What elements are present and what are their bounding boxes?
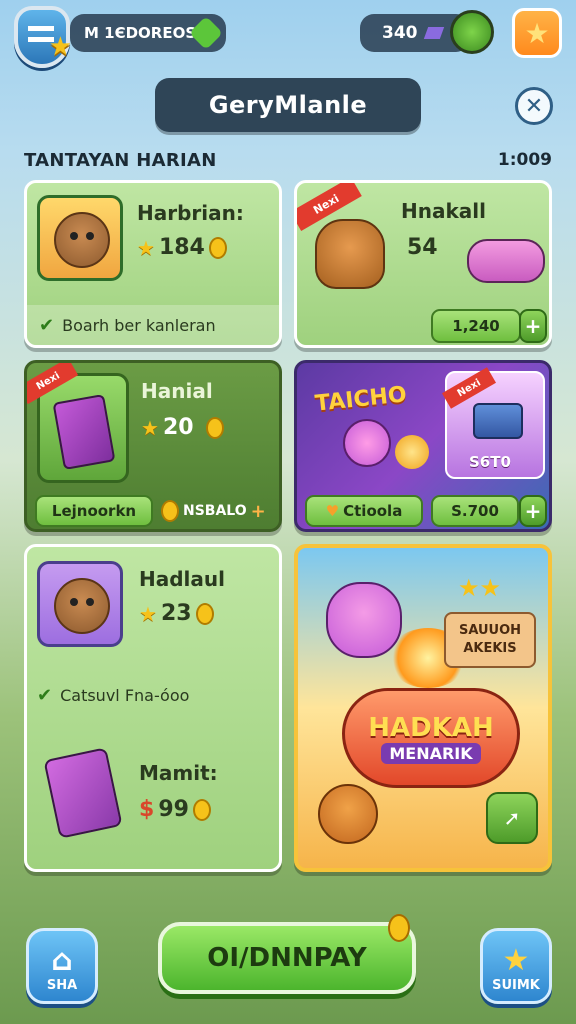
promo-heart-banner: HADKAH MENARIK [342, 688, 520, 788]
price-tag: S6T0 [469, 453, 511, 471]
promo-subheading: MENARIK [381, 742, 481, 764]
star-menu-label: SUIMK [492, 978, 540, 993]
star-icon: ★ [141, 415, 159, 440]
star-shop-button[interactable]: ★ [512, 8, 562, 58]
coin-badge-icon [388, 914, 410, 942]
star-icon: ★ [524, 16, 550, 50]
quest-reward: ★ 184 [137, 235, 227, 260]
price-button[interactable]: 1,240 [431, 309, 521, 343]
price-value: 1,240 [452, 317, 500, 335]
quest-title: Hanial [141, 379, 213, 403]
quest-footer: ✔ Boarh ber kanleran [27, 305, 279, 345]
star-icon: ★ [139, 601, 157, 626]
price-value: S.700 [451, 502, 499, 520]
claim-label: Lejnoorkn [51, 502, 137, 520]
plus-icon: + [250, 500, 266, 522]
quest-title: Hadlaul [139, 567, 225, 591]
coin-icon [208, 236, 227, 259]
add-button[interactable]: + [519, 495, 547, 527]
treasure-panel: Nexi S6T0 [441, 367, 545, 479]
quest-description: Catsuvl Fna-óoo [60, 686, 190, 705]
claim-button[interactable]: Lejnoorkn [35, 495, 153, 527]
player-name: M 1ЄDOREOS [84, 24, 197, 42]
pumpkin-character-icon [318, 784, 378, 844]
secondary-label: NSBALO [183, 503, 247, 519]
star-icon: ★ [48, 32, 72, 62]
plus-icon: + [524, 314, 542, 338]
spellbook-icon [43, 747, 123, 839]
ribbon-label: Nexi [455, 376, 483, 400]
quest-card-3[interactable]: Nexi Hanial ★ 20 Lejnoorkn NSBALO + [24, 360, 282, 532]
quest-card-2[interactable]: Nexi Hnakall 54 1,240 + [294, 180, 552, 348]
stars-icon: ★★ [458, 574, 502, 602]
gem-icon [423, 27, 444, 39]
sun-burst-icon [395, 435, 429, 469]
home-label: SHA [46, 978, 78, 993]
promo-card[interactable]: ★★ SAUUOH AKEKIS HADKAH MENARIK ➚ [294, 544, 552, 872]
profile-badge-icon[interactable]: ★ [14, 6, 72, 68]
reward-value-2: 99 [158, 797, 189, 822]
promo-heading: HADKAH [368, 712, 494, 743]
event-banner: TAICHO [313, 382, 408, 417]
coin-icon [205, 416, 224, 439]
cat-character-icon [315, 219, 385, 289]
quest-description-row: ✔ Catsuvl Fna-óoo [37, 685, 189, 706]
promo-sign: SAUUOH AKEKIS [444, 612, 536, 668]
spellbook-icon [52, 394, 116, 470]
page-title: GeryMlanle [155, 78, 421, 132]
secondary-reward[interactable]: NSBALO + [161, 495, 279, 527]
section-timer: 1:009 [497, 150, 552, 170]
heart-icon: ♥ [325, 502, 340, 520]
home-button[interactable]: ⌂ SHA [26, 928, 98, 1004]
play-label: OI/DNNPAY [207, 943, 367, 973]
star-icon: ★ [502, 943, 530, 978]
coin-icon [161, 500, 179, 522]
event-button-label: Ctioola [343, 502, 403, 520]
quest-reward-2: $ 99 [139, 797, 211, 822]
potion-icon [343, 419, 391, 467]
dollar-icon: $ [139, 797, 155, 822]
toy-item-icon [467, 239, 545, 283]
character-portrait [37, 561, 123, 647]
quest-reward: 54 [407, 235, 438, 260]
reward-value: 184 [158, 235, 205, 260]
add-button[interactable]: + [519, 309, 547, 343]
quest-title: Hnakall [401, 199, 486, 223]
plus-gem-icon[interactable] [189, 16, 223, 50]
check-icon: ✔ [39, 314, 55, 336]
quest-reward: ★ 23 [139, 601, 214, 626]
cursor-icon: ➚ [503, 806, 521, 830]
close-button[interactable]: ✕ [515, 87, 553, 125]
chest-icon [473, 403, 523, 439]
price-button[interactable]: S.700 [431, 495, 519, 527]
ribbon-label: Nexi [310, 191, 342, 217]
plus-icon: + [524, 499, 542, 523]
reward-value: 20 [162, 415, 194, 440]
home-icon: ⌂ [51, 943, 73, 978]
quest-title: Harbrian: [137, 201, 244, 225]
quest-reward: ★ 20 [141, 415, 224, 440]
character-portrait [37, 195, 123, 281]
quest-description: Boarh ber kanleran [62, 315, 216, 335]
event-card[interactable]: TAICHO Nexi S6T0 ♥ Ctioola S.700 + [294, 360, 552, 532]
play-button[interactable]: OI/DNNPAY [158, 922, 416, 994]
add-cash-icon[interactable] [450, 10, 494, 54]
check-icon: ✔ [37, 685, 53, 706]
character-face-icon [54, 578, 110, 634]
reward-value: 23 [160, 601, 192, 626]
coin-icon [195, 602, 214, 625]
currency-value: 340 [382, 23, 418, 43]
section-header: TANTAYAN HARIAN [24, 150, 217, 171]
close-icon: ✕ [524, 93, 544, 119]
character-face-icon [54, 212, 110, 268]
quest-card-5[interactable]: Hadlaul ★ 23 ✔ Catsuvl Fna-óoo Mamit: $ … [24, 544, 282, 872]
coin-icon [192, 798, 211, 821]
event-button[interactable]: ♥ Ctioola [305, 495, 423, 527]
player-name-pill: M 1ЄDOREOS [70, 14, 226, 52]
promo-action-button[interactable]: ➚ [486, 792, 538, 844]
quest-card-1[interactable]: Harbrian: ★ 184 ✔ Boarh ber kanleran [24, 180, 282, 348]
quest-title-2: Mamit: [139, 761, 218, 785]
star-icon: ★ [137, 235, 155, 260]
star-menu-button[interactable]: ★ SUIMK [480, 928, 552, 1004]
